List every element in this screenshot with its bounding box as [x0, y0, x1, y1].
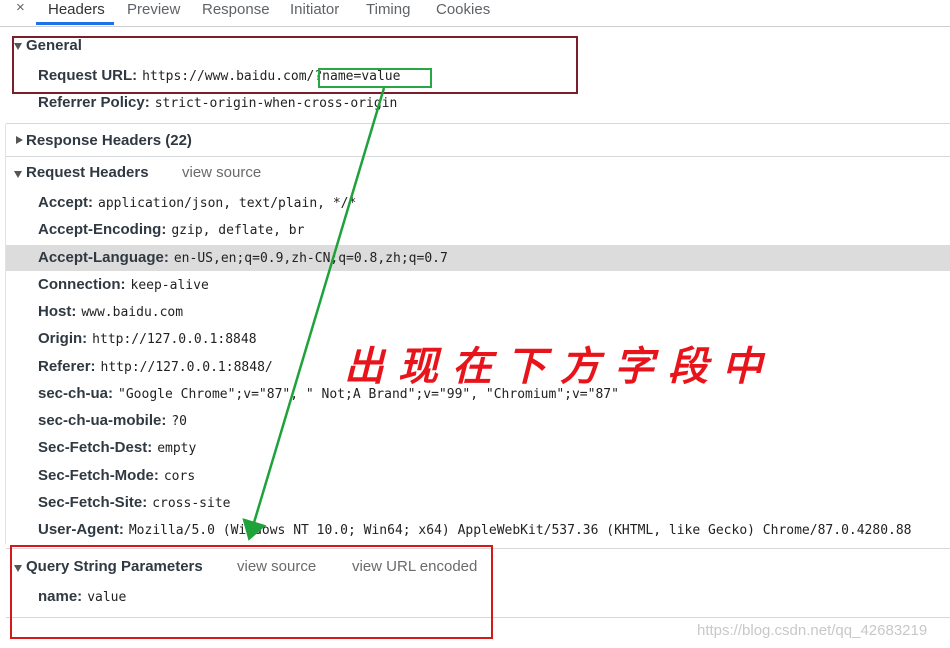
watermark: https://blog.csdn.net/qq_42683219: [697, 622, 928, 639]
annotation-arrow: [242, 87, 386, 541]
annotation-text: 出现在下方字段中: [344, 343, 776, 390]
arrow-line: [242, 87, 386, 541]
